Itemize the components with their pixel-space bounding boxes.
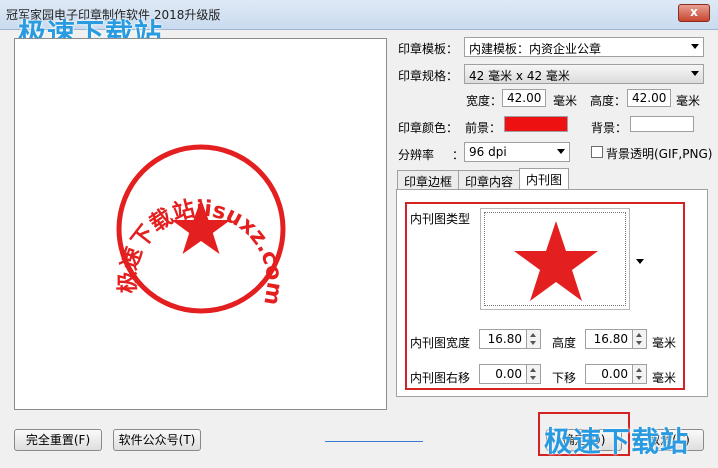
reset-button[interactable]: 完全重置(F)	[14, 429, 102, 451]
spin-down-icon	[530, 376, 536, 380]
size-value: 42 毫米 x 42 毫米	[469, 69, 570, 83]
inner-right-spinner[interactable]: 0.00	[479, 364, 541, 384]
resolution-label: 分辨率	[398, 148, 435, 162]
chevron-down-icon	[557, 149, 565, 154]
inner-height-spinner[interactable]: 16.80	[585, 329, 647, 349]
template-value: 内建模板：内资企业公章	[469, 42, 602, 56]
chevron-down-icon	[691, 44, 699, 49]
inner-width-label: 内刊图宽度	[410, 336, 471, 350]
size-select[interactable]: 42 毫米 x 42 毫米	[464, 64, 704, 84]
fg-label: 前景：	[465, 121, 502, 135]
wechat-button[interactable]: 软件公众号(T)	[113, 429, 201, 451]
star-icon	[514, 221, 598, 301]
inner-type-label: 内刊图类型	[410, 212, 471, 226]
link-underline	[325, 441, 423, 442]
stamp-image: 极速下载站jisuxz.com	[116, 144, 287, 314]
background-color-swatch[interactable]	[630, 116, 694, 132]
height-label: 高度：	[590, 94, 627, 108]
size-label: 印章规格：	[398, 69, 459, 83]
tab-content[interactable]: 印章内容	[458, 170, 521, 190]
width-unit: 毫米	[553, 94, 578, 108]
template-label: 印章模板：	[398, 42, 459, 56]
inner-right-label: 内刊图右移	[410, 371, 471, 385]
height-input[interactable]: 42.00	[627, 89, 671, 107]
height-unit: 毫米	[676, 94, 701, 108]
spin-up-icon	[530, 368, 536, 372]
inner-down-spinner[interactable]: 0.00	[585, 364, 647, 384]
tab-inner-image[interactable]: 内刊图	[519, 168, 570, 190]
width-input[interactable]: 42.00	[502, 89, 546, 107]
spin-down-icon	[530, 341, 536, 345]
foreground-color-swatch[interactable]	[504, 116, 568, 132]
close-button[interactable]: x	[678, 4, 710, 22]
inner-image-picker[interactable]	[480, 208, 630, 310]
color-label: 印章颜色：	[398, 121, 459, 135]
inner-width-spinner[interactable]: 16.80	[479, 329, 541, 349]
template-select[interactable]: 内建模板：内资企业公章	[464, 37, 704, 57]
inner-type-dropdown-icon[interactable]	[636, 259, 644, 264]
inner-offset-unit: 毫米	[652, 371, 677, 385]
transparent-label: 背景透明(GIF,PNG)	[606, 147, 713, 161]
inner-down-value: 0.00	[601, 367, 628, 381]
spin-down-icon	[636, 376, 642, 380]
inner-height-value: 16.80	[593, 332, 628, 346]
inner-width-value: 16.80	[487, 332, 522, 346]
tab-border[interactable]: 印章边框	[397, 170, 460, 190]
stamp-preview: 极速下载站jisuxz.com	[14, 38, 387, 410]
watermark-bottom: 极速下载站	[544, 425, 690, 458]
inner-size-unit: 毫米	[652, 336, 677, 350]
transparent-checkbox[interactable]	[591, 146, 603, 158]
inner-right-value: 0.00	[495, 367, 522, 381]
spin-down-icon	[636, 341, 642, 345]
resolution-value: 96 dpi	[469, 145, 507, 159]
inner-height-label: 高度	[552, 336, 577, 350]
spin-up-icon	[636, 333, 642, 337]
chevron-down-icon	[691, 71, 699, 76]
inner-down-label: 下移	[552, 371, 577, 385]
spin-up-icon	[530, 333, 536, 337]
resolution-colon: ：	[452, 148, 465, 162]
width-label: 宽度：	[466, 94, 503, 108]
bg-label: 背景：	[591, 121, 628, 135]
resolution-select[interactable]: 96 dpi	[464, 142, 570, 162]
spin-up-icon	[636, 368, 642, 372]
